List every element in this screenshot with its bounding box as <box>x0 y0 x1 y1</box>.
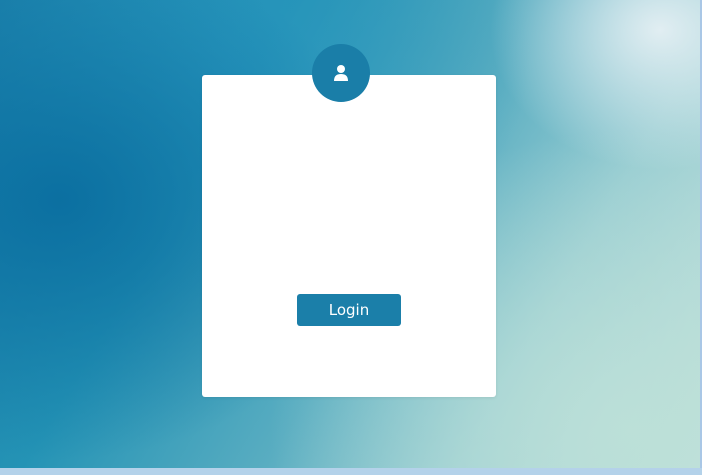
bottom-edge-strip <box>0 468 702 475</box>
login-button[interactable]: Login <box>297 294 401 326</box>
avatar <box>312 44 370 102</box>
login-card <box>202 75 496 397</box>
user-icon <box>333 64 349 82</box>
